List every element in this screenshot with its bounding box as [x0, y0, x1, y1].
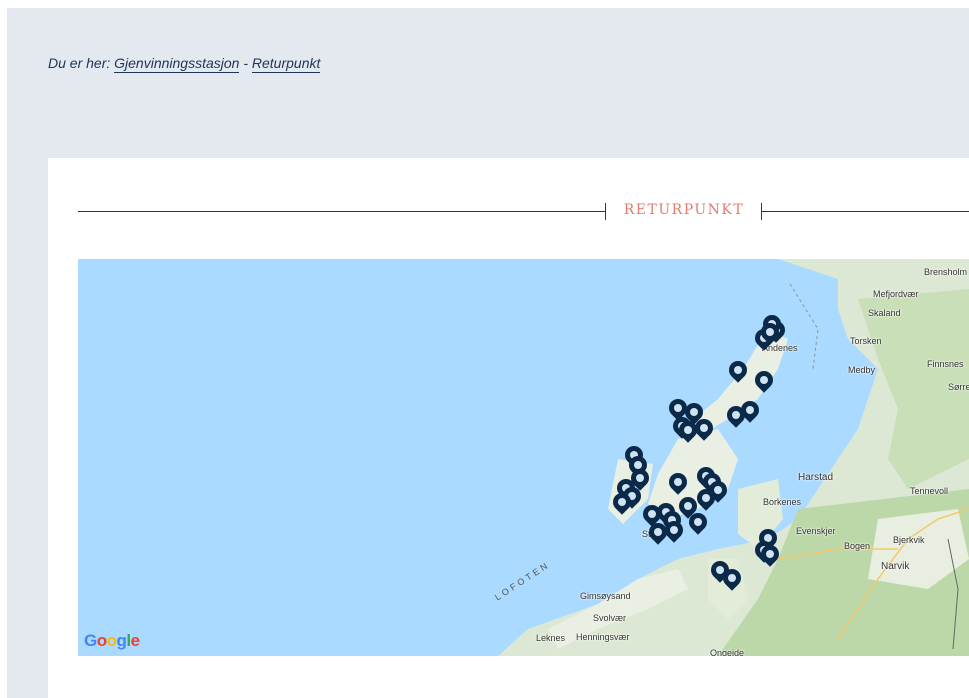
map-label-harstad: Harstad — [798, 472, 834, 483]
map-pin-icon[interactable] — [723, 402, 749, 430]
map-label-finnsnes: Finnsnes — [927, 359, 964, 369]
map-pin-icon[interactable] — [691, 415, 717, 443]
map-label-tennevoll: Tennevoll — [910, 486, 949, 496]
breadcrumb-prefix: Du er her: — [48, 55, 111, 71]
map-label-ongeide: Ongeide — [710, 648, 745, 656]
section-divider-tick-left — [605, 203, 606, 220]
map-label-evenskjer: Evenskjer — [796, 526, 836, 536]
map-label-henningsvaer: Henningsvær — [576, 632, 630, 642]
map-pin-icon[interactable] — [757, 541, 783, 569]
map-label-bogen: Bogen — [844, 541, 871, 551]
breadcrumb-link-returpunkt[interactable]: Returpunkt — [251, 55, 321, 73]
map-label-leknes: Leknes — [536, 633, 566, 643]
map-label-borkenes: Borkenes — [763, 497, 802, 507]
returpunkt-map[interactable]: Brensholm Mefjordvær Skaland Torsken Med… — [78, 259, 969, 656]
map-pin-icon[interactable] — [725, 357, 751, 385]
map-label-skaland: Skaland — [868, 308, 901, 318]
map-label-bjerkvik: Bjerkvik — [893, 535, 925, 545]
map-pin-icon[interactable] — [609, 489, 635, 517]
map-label-sorre: Sørre — [948, 382, 969, 392]
map-label-gimsoysand: Gimsøysand — [580, 591, 631, 601]
section-title: RETURPUNKT — [623, 202, 745, 218]
map-label-svolvaer: Svolvær — [593, 613, 627, 623]
section-divider-right — [762, 211, 969, 212]
google-logo: Google — [84, 631, 140, 650]
map-pin-icon[interactable] — [661, 517, 687, 545]
map-terrain — [498, 259, 969, 656]
map-label-mefjordvaer: Mefjordvær — [873, 289, 919, 299]
map-pin-icon[interactable] — [685, 509, 711, 537]
breadcrumb: Du er her: Gjenvinningsstasjon - Returpu… — [48, 55, 321, 73]
breadcrumb-link-gjenvinningsstasjon[interactable]: Gjenvinningsstasjon — [114, 55, 240, 73]
map-label-brensholm: Brensholm — [924, 267, 968, 277]
map-pin-icon[interactable] — [757, 319, 783, 347]
map-label-medby: Medby — [848, 365, 876, 375]
map-label-torsken: Torsken — [850, 336, 882, 346]
map-pin-icon[interactable] — [751, 367, 777, 395]
breadcrumb-separator: - — [243, 55, 248, 71]
map-pin-icon[interactable] — [719, 565, 745, 593]
map-label-narvik: Narvik — [881, 561, 910, 572]
content-card: RETURPUNKT Brensholm Mefjordvær Skaland … — [48, 158, 969, 698]
section-divider-left — [78, 211, 605, 212]
map-pin-icon[interactable] — [665, 469, 691, 497]
map-pin-icon[interactable] — [693, 485, 719, 513]
